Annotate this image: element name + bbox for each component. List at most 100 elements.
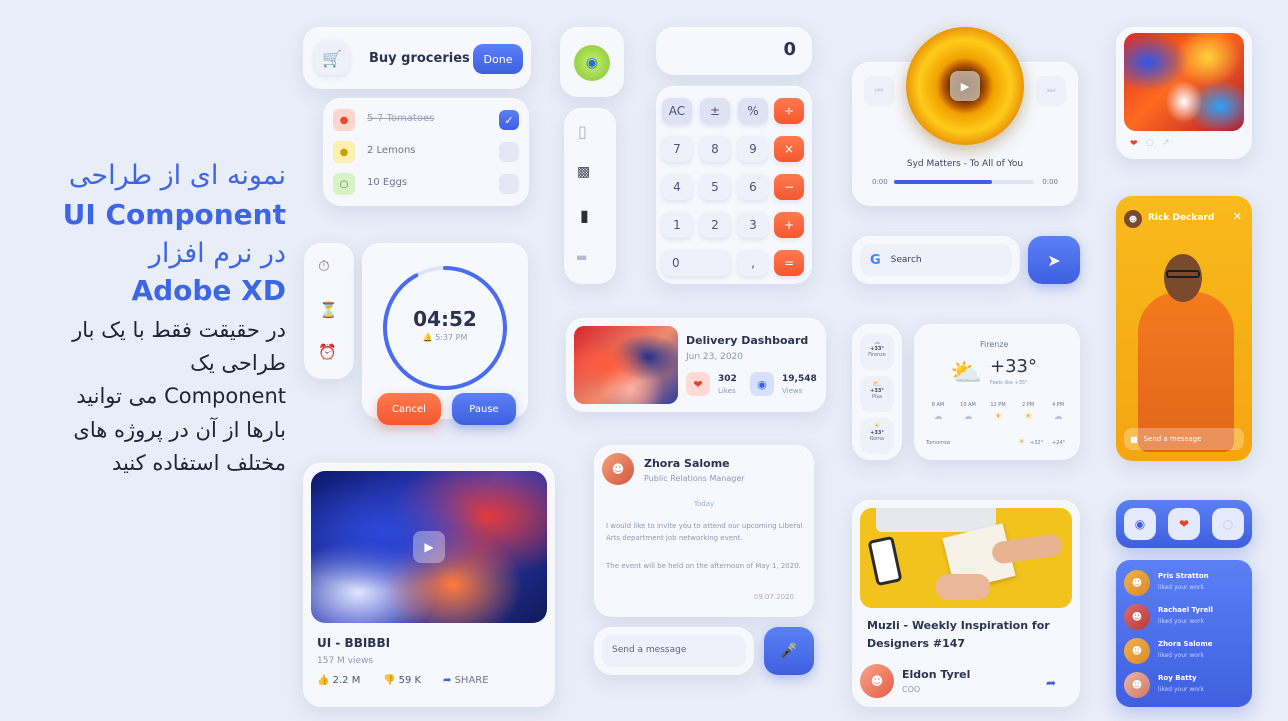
album-art[interactable]: ▶ <box>906 27 1024 145</box>
sun-icon: ☀ <box>993 412 1003 422</box>
weather-side-item[interactable]: ☀ +33° Roma <box>860 418 894 454</box>
cloud-icon: ☁ <box>1053 412 1063 422</box>
share-icon[interactable]: ➦ <box>1046 676 1056 690</box>
promo-line-1: نمونه ای از طراحی <box>68 160 286 191</box>
share-button[interactable]: ➦ SHARE <box>443 675 489 686</box>
cancel-button[interactable]: Cancel <box>377 393 441 425</box>
thumbs-up-icon: 👍 <box>317 675 330 686</box>
share-icon[interactable]: ↗ <box>1162 138 1170 148</box>
like-button[interactable]: 👍 2.2 M <box>317 675 360 686</box>
heart-icon[interactable]: ❤ <box>1130 139 1138 149</box>
author-name: Eldon Tyrel <box>902 668 971 681</box>
search-input[interactable]: G Search <box>860 244 1012 276</box>
activity-name: Zhora Salome <box>1158 640 1213 648</box>
sun-icon: ☀ <box>1023 412 1033 422</box>
promo-line-5: در حقیقت فقط با یک بار <box>72 317 286 342</box>
weather-side-item[interactable]: ⛅ +33° Pisa <box>860 376 894 412</box>
medal-icon[interactable]: ◉ <box>574 45 610 81</box>
dislike-count: 59 K <box>398 675 422 686</box>
todo-item[interactable]: ● 2 Lemons <box>333 140 519 166</box>
close-icon[interactable]: ✕ <box>1233 210 1242 223</box>
calc-key-comma[interactable]: , <box>738 250 768 276</box>
next-button[interactable]: ⏭ <box>1036 76 1066 106</box>
calc-key-9[interactable]: 9 <box>738 136 768 162</box>
laptop-icon[interactable]: ▩ <box>577 164 590 180</box>
todo-item[interactable]: ● 5-7 Tomatoes ✓ <box>333 108 519 134</box>
calc-key-6[interactable]: 6 <box>738 174 768 200</box>
alarm-icon[interactable]: ⏰ <box>318 343 337 361</box>
promo-line-2: UI Component <box>62 198 286 232</box>
eye-icon[interactable]: ◉ <box>750 372 774 396</box>
likes-label: Likes <box>718 387 736 395</box>
heart-icon[interactable]: ❤ <box>1168 508 1200 540</box>
calc-key-8[interactable]: 8 <box>700 136 730 162</box>
keyboard-icon[interactable]: ▬ <box>576 250 587 264</box>
checkbox[interactable] <box>499 142 519 162</box>
calc-key-4[interactable]: 4 <box>662 174 692 200</box>
progress-track[interactable] <box>894 180 1034 184</box>
elapsed-time: 0:00 <box>872 178 888 186</box>
message-input[interactable]: Send a message <box>602 635 746 667</box>
weather-side-item[interactable]: ☁ +33° Firenze <box>860 334 894 370</box>
story-name: Rick Deckard <box>1148 213 1215 223</box>
comment-icon[interactable]: ○ <box>1146 138 1154 148</box>
calc-key-minus[interactable]: − <box>774 174 804 200</box>
comment-icon[interactable]: ○ <box>1212 508 1244 540</box>
article-title: Muzli - Weekly Inspiration for Designers… <box>867 619 1050 650</box>
like-count: 2.2 M <box>332 675 361 686</box>
eye-icon[interactable]: ◉ <box>1124 508 1156 540</box>
activity-action: liked your work <box>1158 584 1204 591</box>
video-thumbnail[interactable]: ▶ <box>311 471 547 623</box>
checkbox-checked[interactable]: ✓ <box>499 110 519 130</box>
device-menu-top: ◉ <box>560 27 624 97</box>
timer-icon[interactable]: ⏳ <box>319 301 338 319</box>
phone-icon[interactable]: ▮ <box>580 206 589 225</box>
calc-key-5[interactable]: 5 <box>700 174 730 200</box>
microphone-button[interactable]: 🎤 <box>764 627 814 675</box>
calc-key-7[interactable]: 7 <box>662 136 692 162</box>
activity-item[interactable]: ☻ Rachael Tyrell liked your work <box>1124 602 1244 632</box>
todo-header: 🛒 Buy groceries Done <box>303 27 531 89</box>
chat-message-2: The event will be held on the afternoon … <box>606 562 801 570</box>
stopwatch-icon[interactable]: ⏱ <box>318 257 330 275</box>
camera-icon: ■ <box>1130 434 1138 444</box>
calc-key-clear[interactable]: AC <box>662 98 692 124</box>
activity-item[interactable]: ☻ Pris Stratton liked your work <box>1124 568 1244 598</box>
hourly-forecast: 8 AM ☁ 10 AM ☁ 12 PM ☀ 2 PM ☀ 4 PM ☁ <box>924 402 1074 432</box>
avatar: ☻ <box>1124 638 1150 664</box>
search-bar: G Search <box>852 236 1020 284</box>
art-image[interactable] <box>1124 33 1244 131</box>
hour-label: 4 PM <box>1051 402 1065 408</box>
activity-item[interactable]: ☻ Zhora Salome liked your work <box>1124 636 1244 666</box>
activity-item[interactable]: ☻ Roy Batty liked your work <box>1124 670 1244 700</box>
calc-key-multiply[interactable]: × <box>774 136 804 162</box>
calc-key-percent[interactable]: % <box>738 98 768 124</box>
previous-button[interactable]: ⏮ <box>864 76 894 106</box>
calc-key-plus[interactable]: + <box>774 212 804 238</box>
play-icon[interactable]: ▶ <box>950 71 980 101</box>
play-icon[interactable]: ▶ <box>413 531 445 563</box>
todo-item-label: 2 Lemons <box>367 145 416 156</box>
promo-text: نمونه ای از طراحی UI Component در نرم اف… <box>18 160 286 476</box>
pause-button[interactable]: Pause <box>452 393 516 425</box>
calc-key-1[interactable]: 1 <box>662 212 692 238</box>
activity-name: Rachael Tyrell <box>1158 606 1214 614</box>
calc-key-2[interactable]: 2 <box>700 212 730 238</box>
checkbox[interactable] <box>499 174 519 194</box>
todo-title: Buy groceries <box>369 51 470 66</box>
calc-key-plus-minus[interactable]: ± <box>700 98 730 124</box>
story-message-input[interactable]: ■ Send a message <box>1124 428 1244 450</box>
tomorrow-high: +32° <box>1030 440 1044 446</box>
todo-item[interactable]: ○ 10 Eggs <box>333 172 519 198</box>
tablet-icon[interactable]: ▯ <box>578 122 587 141</box>
calc-key-divide[interactable]: ÷ <box>774 98 804 124</box>
send-button[interactable]: ➤ <box>1028 236 1080 284</box>
heart-icon[interactable]: ❤ <box>686 372 710 396</box>
done-button[interactable]: Done <box>473 44 523 74</box>
dislike-button[interactable]: 👎 59 K <box>383 675 421 686</box>
track-title: Syd Matters - To All of You <box>906 159 1024 169</box>
calc-key-0[interactable]: 0 <box>662 250 730 276</box>
calc-key-3[interactable]: 3 <box>738 212 768 238</box>
article-image[interactable] <box>860 508 1072 608</box>
calc-key-equals[interactable]: = <box>774 250 804 276</box>
